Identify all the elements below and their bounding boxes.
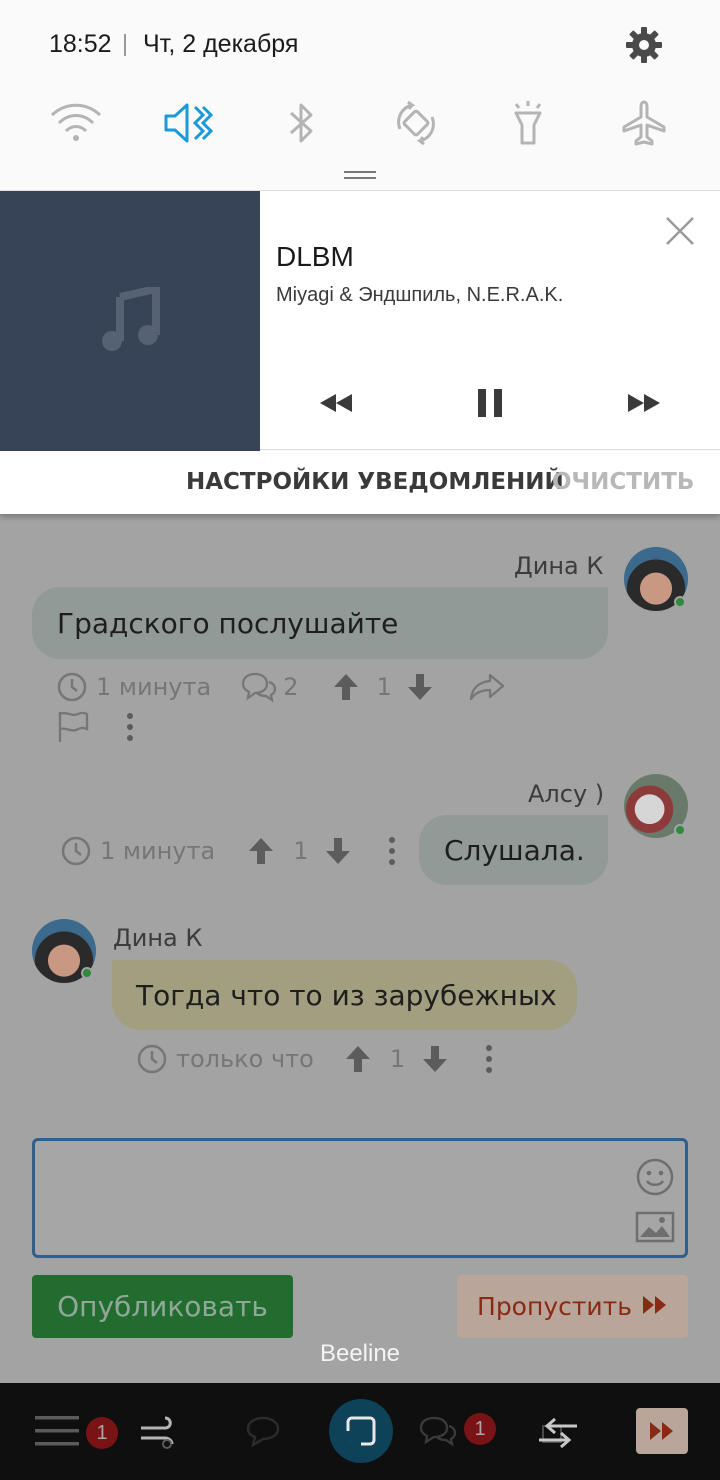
fast-forward-icon	[642, 1292, 668, 1321]
track-title: DLBM	[276, 241, 354, 272]
message-bubble[interactable]: Тогда что то из зарубежных	[112, 960, 577, 1030]
bottom-nav: 1 1	[0, 1383, 720, 1480]
swap-icon[interactable]	[536, 1415, 580, 1451]
message-bubble[interactable]: Градского послушайте	[32, 587, 608, 659]
upvote-icon[interactable]	[344, 1044, 372, 1074]
comment-author[interactable]: Алсу )	[528, 780, 604, 808]
upvote-icon[interactable]	[332, 672, 360, 702]
media-notification[interactable]: DLBM Miyagi & Эндшпиль, N.E.R.A.K.	[0, 190, 720, 451]
upvote-icon[interactable]	[247, 836, 275, 866]
comment-meta: 1 минута 2 1	[56, 670, 506, 704]
downvote-icon[interactable]	[406, 672, 434, 702]
skip-nav-button[interactable]	[636, 1408, 688, 1454]
messages-badge: 1	[464, 1413, 496, 1445]
message-text: Слушала.	[444, 833, 585, 867]
image-icon[interactable]	[635, 1211, 675, 1248]
flashlight-icon[interactable]	[498, 95, 558, 151]
downvote-icon[interactable]	[421, 1044, 449, 1074]
menu-badge: 1	[86, 1417, 118, 1449]
rewind-button[interactable]	[312, 383, 360, 423]
comment-meta: 1 минута 1	[60, 834, 396, 868]
downvote-icon[interactable]	[324, 836, 352, 866]
menu-button[interactable]	[34, 1413, 80, 1449]
share-icon[interactable]	[468, 672, 506, 702]
notification-settings-button[interactable]: НАСТРОЙКИ УВЕДОМЛЕНИЙ	[186, 469, 564, 495]
online-indicator	[674, 824, 686, 836]
album-art	[0, 191, 260, 451]
notification-actions: НАСТРОЙКИ УВЕДОМЛЕНИЙ ОЧИСТИТЬ	[0, 451, 720, 514]
clock-icon	[60, 835, 92, 867]
shade-handle[interactable]	[344, 171, 376, 179]
replies-icon[interactable]	[239, 671, 279, 703]
comment-time: 1 минута	[100, 837, 216, 865]
replies-count: 2	[283, 673, 299, 701]
online-indicator	[81, 967, 93, 979]
more-icon[interactable]	[485, 1044, 493, 1074]
gear-icon[interactable]	[624, 25, 664, 65]
clock-icon	[136, 1043, 168, 1075]
status-separator	[124, 34, 126, 56]
comment-time: только что	[176, 1045, 314, 1073]
comment-author[interactable]: Дина К	[113, 924, 202, 952]
track-artist: Miyagi & Эндшпиль, N.E.R.A.K.	[276, 284, 564, 306]
clear-button[interactable]: ОЧИСТИТЬ	[552, 469, 694, 495]
vote-count: 1	[293, 837, 309, 865]
comment-meta: только что 1	[136, 1042, 493, 1076]
feed-icon[interactable]	[138, 1415, 178, 1451]
emoji-icon[interactable]	[635, 1157, 675, 1202]
skip-button[interactable]: Пропустить	[457, 1275, 688, 1338]
message-text: Градского послушайте	[57, 606, 399, 640]
comment-meta-row2	[56, 710, 134, 744]
comment-author[interactable]: Дина К	[514, 552, 603, 580]
skip-label: Пропустить	[477, 1292, 632, 1321]
pause-button[interactable]	[466, 383, 514, 423]
vote-count: 1	[389, 1045, 406, 1073]
more-icon[interactable]	[388, 836, 396, 866]
comment-input[interactable]	[32, 1138, 688, 1258]
mute-icon[interactable]	[159, 95, 219, 151]
clock-icon	[56, 671, 88, 703]
publish-label: Опубликовать	[57, 1290, 268, 1323]
close-icon[interactable]	[664, 215, 696, 247]
home-button[interactable]	[329, 1399, 393, 1463]
flag-icon[interactable]	[56, 710, 90, 744]
status-date[interactable]: Чт, 2 декабря	[143, 30, 298, 59]
forward-button[interactable]	[620, 383, 668, 423]
online-indicator	[674, 596, 686, 608]
publish-button[interactable]: Опубликовать	[32, 1275, 293, 1338]
more-icon[interactable]	[126, 712, 134, 742]
vote-count: 1	[376, 673, 392, 701]
wifi-icon[interactable]	[46, 95, 106, 151]
comment-time: 1 минута	[96, 673, 212, 701]
chat-icon[interactable]	[244, 1413, 282, 1449]
message-text: Тогда что то из зарубежных	[136, 978, 557, 1012]
auto-rotate-icon[interactable]	[386, 95, 446, 151]
bluetooth-icon[interactable]	[272, 95, 332, 151]
message-bubble[interactable]: Слушала.	[419, 815, 608, 885]
carrier-label: Beeline	[319, 1340, 401, 1367]
music-note-icon	[100, 283, 160, 356]
messages-icon[interactable]	[416, 1413, 460, 1449]
notification-shade: 18:52 Чт, 2 декабря DLBM Miyagi & Эндшпи…	[0, 0, 720, 514]
status-time: 18:52	[49, 30, 112, 58]
airplane-icon[interactable]	[614, 95, 674, 151]
